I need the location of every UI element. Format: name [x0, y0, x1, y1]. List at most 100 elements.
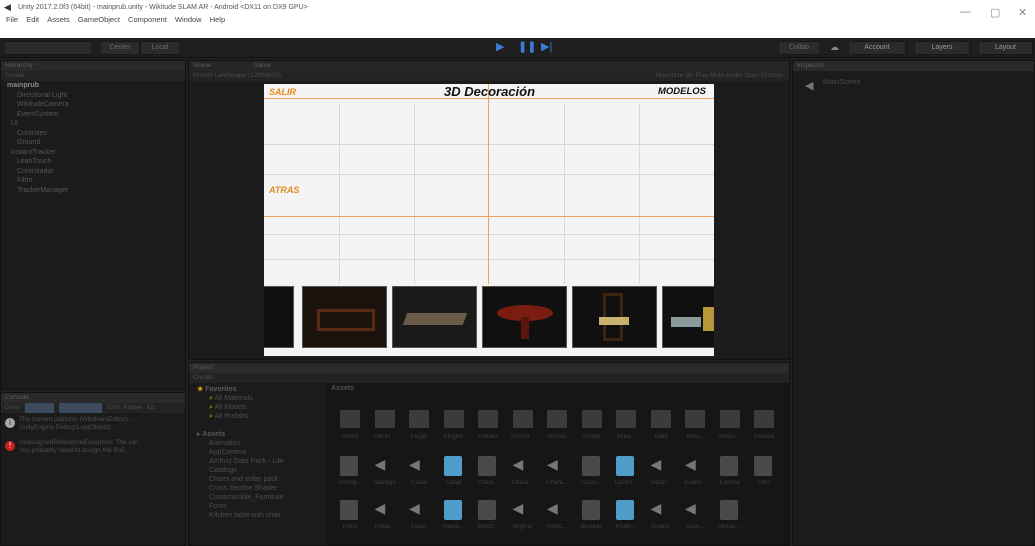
model-thumb-chair[interactable]: [572, 286, 657, 348]
asset-folder[interactable]: Cross Section Shader: [197, 484, 284, 493]
asset-icon[interactable]: [754, 456, 772, 476]
project-tab[interactable]: Project: [189, 363, 789, 373]
folder-icon[interactable]: [374, 410, 395, 428]
minimize-icon[interactable]: —: [960, 6, 971, 18]
fav-item[interactable]: All Materials: [214, 395, 252, 402]
close-icon[interactable]: ✕: [1018, 6, 1027, 19]
hierarchy-item[interactable]: Directional Light: [1, 91, 185, 101]
asset-folder[interactable]: Archviz Data Pack - Lite: [197, 457, 284, 466]
folder-icon[interactable]: [616, 410, 636, 428]
asset-icon[interactable]: [443, 456, 462, 476]
maximize-icon[interactable]: ▢: [990, 6, 1000, 19]
collab-button[interactable]: Collab: [778, 41, 820, 55]
hierarchy-item[interactable]: WikitudeCamera: [1, 100, 185, 110]
editor-button[interactable]: Ed: [147, 403, 155, 413]
menu-gameobject[interactable]: GameObject: [78, 15, 120, 24]
space-toggle[interactable]: Local: [140, 41, 180, 55]
asset-icon[interactable]: [581, 456, 600, 476]
asset-icon[interactable]: [616, 500, 634, 520]
favorites-label[interactable]: Favorites: [205, 386, 236, 393]
error-pause-button[interactable]: Error Pause: [107, 403, 142, 413]
folder-icon[interactable]: [409, 410, 429, 428]
game-viewport[interactable]: SALIR 3D Decoración MODELOS ATRAS: [264, 84, 714, 356]
pause-icon[interactable]: ❚❚: [518, 40, 536, 53]
asset-icon[interactable]: ◀: [651, 456, 669, 476]
asset-icon[interactable]: [478, 500, 496, 520]
folder-icon[interactable]: [650, 410, 671, 428]
fav-item[interactable]: All Models: [214, 404, 246, 411]
folder-icon[interactable]: [340, 410, 360, 428]
hierarchy-item[interactable]: Filtro: [1, 176, 185, 186]
atras-button[interactable]: ATRAS: [269, 185, 299, 195]
asset-icon[interactable]: [719, 500, 738, 520]
asset-folder[interactable]: AppContent: [197, 448, 284, 457]
asset-folder[interactable]: Chairs and sofas pack: [197, 475, 284, 484]
asset-icon[interactable]: ◀: [685, 456, 703, 476]
asset-icon[interactable]: [478, 456, 496, 476]
modelos-button[interactable]: MODELOS: [658, 86, 706, 97]
menu-component[interactable]: Component: [128, 15, 167, 24]
folder-icon[interactable]: [512, 410, 533, 428]
inspector-tab[interactable]: Inspector: [793, 61, 1034, 71]
console-message[interactable]: You probably need to assign the Buil...: [19, 447, 130, 455]
cloud-icon[interactable]: ☁: [830, 42, 839, 53]
folder-icon[interactable]: [443, 410, 464, 428]
asset-icon[interactable]: [340, 500, 358, 520]
transform-tools[interactable]: [4, 41, 92, 55]
hierarchy-tab[interactable]: Hierarchy: [1, 61, 185, 71]
folder-icon[interactable]: [547, 410, 567, 428]
asset-folder[interactable]: Fonts: [197, 502, 284, 511]
asset-folder[interactable]: Kitchen table with chair: [197, 511, 284, 520]
asset-folder[interactable]: Customizable_Furniture: [197, 493, 284, 502]
asset-icon[interactable]: ◀: [409, 500, 427, 520]
asset-folder[interactable]: Animation: [197, 439, 284, 448]
hierarchy-item[interactable]: EventSystem: [1, 110, 185, 120]
menu-assets[interactable]: Assets: [47, 15, 70, 24]
asset-icon[interactable]: [581, 500, 600, 520]
folder-icon[interactable]: [719, 410, 740, 428]
hierarchy-item[interactable]: InstantTracker: [1, 148, 185, 158]
model-thumb-table[interactable]: [302, 286, 387, 348]
asset-icon[interactable]: ◀: [547, 456, 565, 476]
tab-scene[interactable]: Scene: [193, 62, 211, 69]
asset-icon[interactable]: ◀: [375, 500, 393, 520]
pivot-toggle[interactable]: Center: [100, 41, 140, 55]
folder-icon[interactable]: [754, 410, 774, 428]
folder-icon[interactable]: [581, 410, 602, 428]
model-thumb-coffee-table[interactable]: [392, 286, 477, 348]
console-tab[interactable]: Console: [1, 393, 185, 403]
folder-icon[interactable]: [685, 410, 705, 428]
asset-icon[interactable]: [443, 500, 462, 520]
account-button[interactable]: Account: [848, 41, 906, 55]
layout-button[interactable]: Layout: [978, 41, 1033, 55]
asset-icon[interactable]: ◀: [685, 500, 703, 520]
hierarchy-item[interactable]: Controles: [1, 129, 185, 139]
tab-game[interactable]: Game: [253, 62, 271, 69]
console-message[interactable]: UnassignedReferenceException: The var...: [19, 439, 142, 447]
hierarchy-item[interactable]: Controlador: [1, 167, 185, 177]
breadcrumb[interactable]: Assets: [331, 385, 354, 392]
hierarchy-item[interactable]: LeanTouch: [1, 157, 185, 167]
resolution-select[interactable]: HUAW Landscape (1280x800): [193, 72, 281, 79]
project-create[interactable]: Create: [189, 373, 789, 383]
asset-icon[interactable]: ◀: [409, 456, 427, 476]
hierarchy-item[interactable]: UI: [1, 119, 185, 129]
asset-icon[interactable]: [719, 456, 738, 476]
hierarchy-create[interactable]: Create: [1, 71, 185, 81]
asset-icon[interactable]: ◀: [513, 456, 531, 476]
play-icon[interactable]: ▶: [496, 40, 504, 53]
console-message[interactable]: The current platform (WindowsEditor)...: [19, 416, 132, 424]
asset-icon[interactable]: [616, 456, 634, 476]
assets-label[interactable]: Assets: [202, 431, 225, 438]
step-icon[interactable]: ▶|: [541, 40, 552, 53]
asset-icon[interactable]: ◀: [651, 500, 669, 520]
menu-window[interactable]: Window: [175, 15, 202, 24]
menu-help[interactable]: Help: [210, 15, 225, 24]
salir-button[interactable]: SALIR: [269, 87, 296, 97]
asset-folder[interactable]: Catalogo: [197, 466, 284, 475]
layers-button[interactable]: Layers: [914, 41, 970, 55]
hierarchy-item[interactable]: TrackerManager: [1, 186, 185, 196]
fav-item[interactable]: All Prefabs: [214, 413, 248, 420]
folder-icon[interactable]: [478, 410, 498, 428]
game-view-options[interactable]: Maximize On Play Mute Audio Stats Gizmos: [656, 71, 783, 81]
